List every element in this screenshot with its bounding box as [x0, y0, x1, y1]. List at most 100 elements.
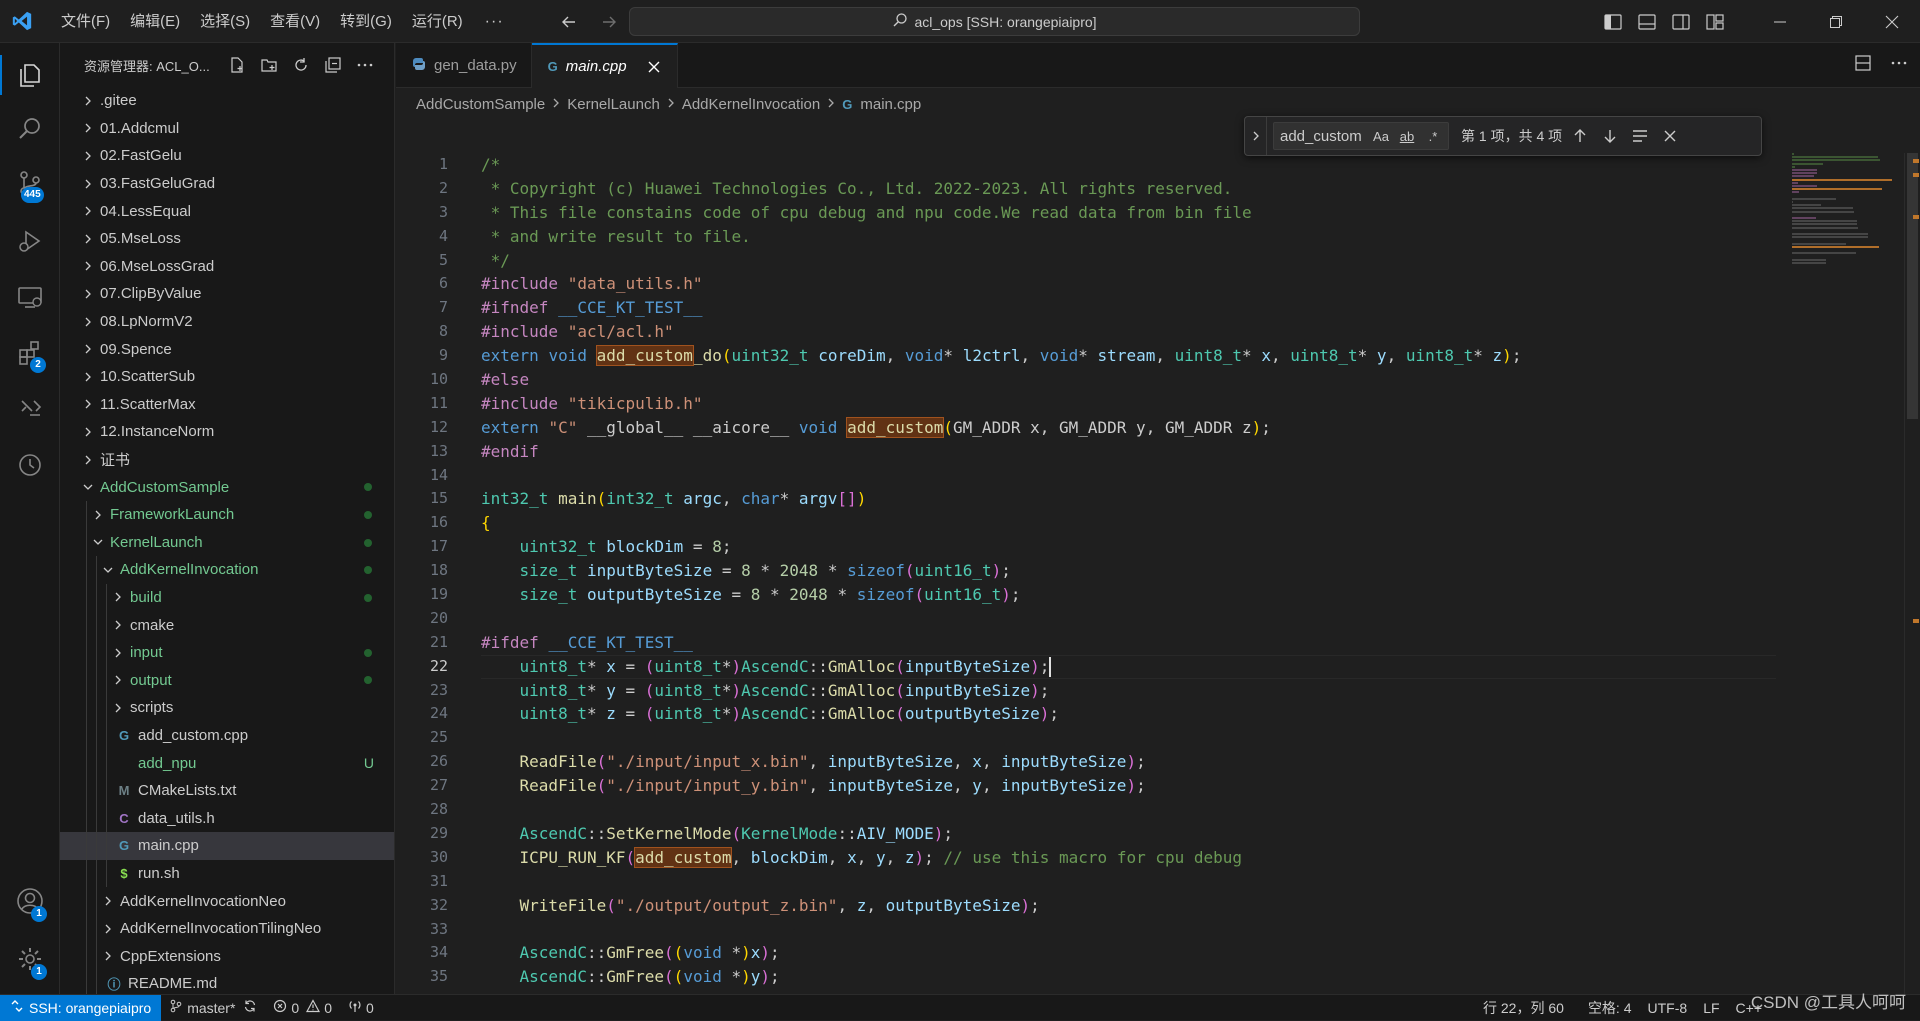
menu-item[interactable]: 选择(S) [190, 0, 260, 43]
tree-folder[interactable]: output [60, 666, 394, 695]
code-line[interactable]: 28 [396, 798, 1776, 822]
minimize-icon[interactable] [1752, 0, 1808, 43]
match-whole-word-toggle[interactable]: ab [1396, 125, 1418, 147]
cursor-position[interactable]: 行 22，列 60 [1475, 995, 1572, 1021]
tree-folder[interactable]: scripts [60, 694, 394, 722]
tree-folder[interactable]: build [60, 583, 394, 612]
chevron-down-icon[interactable] [100, 562, 116, 578]
toggle-panel-icon[interactable] [1630, 0, 1664, 43]
chevron-down-icon[interactable] [80, 479, 96, 495]
extensions-icon[interactable]: 2 [0, 327, 60, 379]
chevron-right-icon[interactable] [80, 369, 96, 385]
code-line[interactable]: 15 int32_t main(int32_t argc, char* argv[… [396, 487, 1776, 511]
tree-folder[interactable]: 12.InstanceNorm [60, 418, 394, 446]
code-line[interactable]: 22 uint8_t* x = (uint8_t*)AscendC::GmAll… [396, 654, 1776, 679]
code-line[interactable]: 25 [396, 726, 1776, 750]
editor-more-icon[interactable] [1890, 54, 1908, 77]
chevron-right-icon[interactable] [110, 700, 126, 716]
find-input[interactable]: add_custom Aa ab .* [1273, 122, 1449, 150]
tree-folder[interactable]: input [60, 638, 394, 667]
code-line[interactable]: 30 ICPU_RUN_KF(add_custom, blockDim, x, … [396, 846, 1776, 870]
chevron-right-icon[interactable] [80, 231, 96, 247]
tree-file[interactable]: M CMakeLists.txt [60, 776, 394, 805]
indentation[interactable]: 空格: 4 [1580, 995, 1640, 1021]
collapse-all-icon[interactable] [320, 52, 346, 78]
chevron-right-icon[interactable] [80, 93, 96, 109]
code-line[interactable]: 26 ReadFile("./input/input_x.bin", input… [396, 750, 1776, 774]
code-line[interactable]: 16 { [396, 511, 1776, 535]
tree-file[interactable]: ⓘ README.md [60, 970, 394, 994]
chevron-right-icon[interactable] [80, 314, 96, 330]
tree-folder[interactable]: AddKernelInvocationTilingNeo [60, 914, 394, 943]
close-tab-icon[interactable] [645, 58, 663, 76]
chevron-right-icon[interactable] [100, 948, 116, 964]
tree-folder[interactable]: 01.Addcmul [60, 115, 394, 143]
tree-folder[interactable]: CppExtensions [60, 942, 394, 970]
minimap[interactable] [1788, 153, 1900, 994]
command-center-search[interactable]: acl_ops [SSH: orangepiaipro] [629, 7, 1360, 36]
chevron-right-icon[interactable] [80, 452, 96, 468]
restore-icon[interactable] [1808, 0, 1864, 43]
code-line[interactable]: 10 #else [396, 368, 1776, 392]
tree-folder[interactable]: 08.LpNormV2 [60, 308, 394, 336]
problems-indicator[interactable]: 0 0 [265, 995, 340, 1021]
tree-folder[interactable]: 02.FastGelu [60, 142, 394, 170]
menu-item[interactable]: 文件(F) [51, 0, 120, 43]
accounts-icon[interactable]: 1 [0, 875, 60, 927]
remote-indicator[interactable]: SSH: orangepiaipro [0, 994, 162, 1021]
code-line[interactable]: 9 extern void add_custom_do(uint32_t core… [396, 344, 1776, 368]
menu-item[interactable]: 转到(G) [330, 0, 402, 43]
editor-scrollbar[interactable] [1904, 153, 1919, 994]
code-line[interactable]: 14 [396, 464, 1776, 488]
tree-file[interactable]: Gadd_custom.cpp [60, 721, 394, 750]
tree-folder[interactable]: 10.ScatterSub [60, 363, 394, 391]
tree-folder[interactable]: .gitee [60, 87, 394, 115]
back-arrow-icon[interactable] [556, 9, 582, 35]
menu-item[interactable]: 运行(R) [402, 0, 473, 43]
code-line[interactable]: 5 */ [396, 249, 1776, 273]
close-find-icon[interactable] [1658, 124, 1682, 148]
breadcrumb-item[interactable]: KernelLaunch [567, 96, 660, 113]
git-branch[interactable]: master* [161, 995, 265, 1021]
source-control-icon[interactable]: 445 [0, 157, 60, 209]
chevron-right-icon[interactable] [110, 617, 126, 633]
toggle-secondary-sidebar-icon[interactable] [1664, 0, 1698, 43]
chevron-right-icon[interactable] [80, 148, 96, 164]
explorer-icon[interactable] [0, 49, 60, 101]
remote-explorer-icon[interactable] [0, 271, 60, 323]
new-folder-icon[interactable] [256, 52, 282, 78]
menu-item[interactable]: 查看(V) [260, 0, 330, 43]
breadcrumb-item[interactable]: AddCustomSample [416, 96, 545, 113]
code-line[interactable]: 35 AscendC::GmFree((void *)y); [396, 965, 1776, 989]
find-in-selection-icon[interactable] [1628, 124, 1652, 148]
ports-indicator[interactable]: 0 [340, 995, 382, 1021]
toggle-replace-icon[interactable] [1245, 117, 1267, 155]
tree-folder[interactable]: 11.ScatterMax [60, 391, 394, 419]
code-line[interactable]: 2 * Copyright (c) Huawei Technologies Co… [396, 177, 1776, 201]
encoding[interactable]: UTF-8 [1640, 995, 1696, 1021]
tree-folder[interactable]: 03.FastGeluGrad [60, 170, 394, 198]
new-file-icon[interactable] [224, 52, 250, 78]
use-regex-toggle[interactable]: .* [1422, 125, 1444, 147]
chevron-right-icon[interactable] [80, 396, 96, 412]
code-line[interactable]: 4 * and write result to file. [396, 225, 1776, 249]
tree-folder[interactable]: KernelLaunch [60, 528, 394, 557]
menu-item[interactable]: 编辑(E) [120, 0, 190, 43]
split-editor-icon[interactable] [1854, 54, 1872, 77]
tree-folder[interactable]: AddCustomSample [60, 473, 394, 501]
code-line[interactable]: 7 #ifndef __CCE_KT_TEST__ [396, 296, 1776, 320]
close-window-icon[interactable] [1864, 0, 1920, 43]
tree-file[interactable]: Gmain.cpp [60, 832, 394, 860]
code-line[interactable]: 3 * This file constains code of cpu debu… [396, 201, 1776, 225]
chevron-right-icon[interactable] [100, 921, 116, 937]
code-line[interactable]: 27 ReadFile("./input/input_y.bin", input… [396, 774, 1776, 798]
breadcrumb-item[interactable]: AddKernelInvocation [682, 96, 820, 113]
code-line[interactable]: 34 AscendC::GmFree((void *)x); [396, 941, 1776, 965]
toggle-primary-sidebar-icon[interactable] [1596, 0, 1630, 43]
code-line[interactable]: 19 size_t outputByteSize = 8 * 2048 * si… [396, 583, 1776, 607]
tree-file[interactable]: $ run.sh [60, 859, 394, 888]
previous-match-icon[interactable] [1568, 124, 1592, 148]
code-editor[interactable]: 1 /* 2 * Copyright (c) Huawei Technologies… [396, 153, 1776, 994]
code-line[interactable]: 20 [396, 607, 1776, 631]
tree-file[interactable]: Cdata_utils.h [60, 804, 394, 833]
